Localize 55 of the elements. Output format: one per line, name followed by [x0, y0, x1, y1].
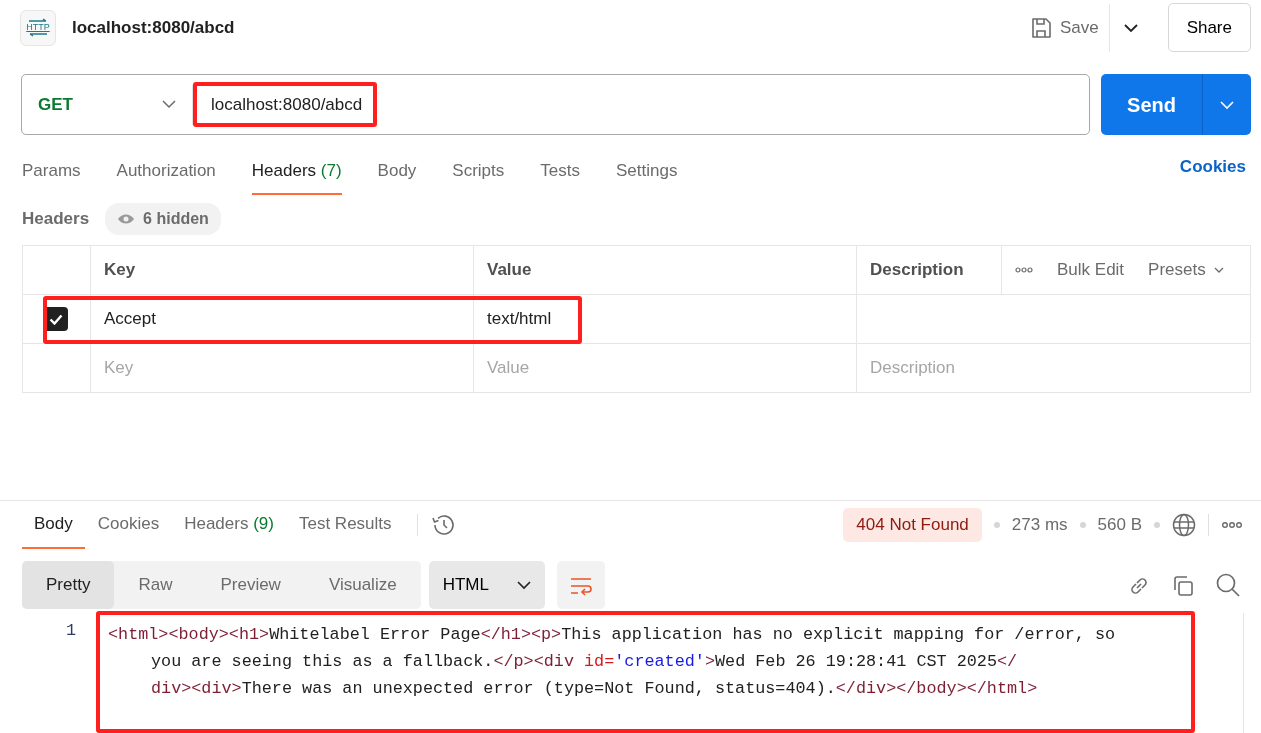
bulk-edit-button[interactable]: Bulk Edit	[1057, 257, 1125, 283]
view-mode-tab[interactable]: Preview	[196, 561, 305, 609]
icon-label: HTTP	[26, 23, 50, 32]
request-tab[interactable]: Authorization	[116, 143, 216, 195]
checkmark-icon	[49, 313, 63, 325]
status-badge: 404 Not Found	[843, 508, 982, 542]
more-icon[interactable]	[1221, 521, 1243, 529]
code-line: <html><body><h1>Whitelabel Error Page</h1><p>This application has no explicit mapping for /error, so	[108, 624, 1116, 646]
section-title: Headers	[22, 208, 90, 231]
chevron-down-icon	[1123, 23, 1138, 33]
wrap-lines-icon	[568, 575, 593, 596]
wrap-lines-button[interactable]	[556, 561, 605, 609]
view-mode-tab[interactable]: Pretty	[22, 561, 115, 609]
response-tab[interactable]: Test Results	[286, 501, 404, 549]
column-header: Value	[487, 259, 532, 282]
code-line: you are seeing this as a fallback.</p><div id='created'>Wed Feb 26 19:28:41 CST 2025</	[150, 651, 1018, 673]
code-line: div><div>There was an unexpected error (type=Not Found, status=404).</div></body></html>	[150, 678, 1038, 700]
share-button[interactable]: Share	[1167, 2, 1251, 53]
column-header: Key	[104, 259, 136, 282]
header-value[interactable]: text/html	[487, 306, 552, 332]
chevron-down-icon	[1213, 267, 1224, 273]
chevron-down-icon	[1220, 100, 1234, 110]
chevron-down-icon	[162, 100, 176, 109]
presets-dropdown[interactable]: Presets	[1148, 257, 1224, 283]
response-tab[interactable]: Body	[22, 501, 85, 549]
eye-icon	[117, 213, 136, 225]
request-tab[interactable]: Settings	[616, 143, 678, 195]
format-dropdown[interactable]: HTML	[428, 561, 545, 609]
more-icon[interactable]	[1015, 267, 1033, 273]
history-icon[interactable]	[429, 513, 456, 537]
request-tab[interactable]: Tests	[540, 143, 580, 195]
hidden-headers-toggle[interactable]: 6 hidden	[105, 203, 221, 235]
request-tab[interactable]: Params	[22, 143, 81, 195]
arrow-icon	[27, 32, 49, 37]
chevron-down-icon	[516, 580, 531, 590]
cookies-link[interactable]: Cookies	[1179, 153, 1246, 179]
response-tab[interactable]: Cookies	[85, 501, 172, 549]
view-mode-tab[interactable]: Raw	[114, 561, 197, 609]
response-size: 560 B	[1097, 514, 1142, 537]
globe-icon[interactable]	[1172, 513, 1196, 537]
save-icon[interactable]	[1029, 16, 1052, 39]
line-number: 1	[64, 620, 77, 642]
response-time: 273 ms	[1011, 514, 1068, 537]
response-tab[interactable]: Headers (9)	[172, 501, 286, 549]
request-tab[interactable]: Body	[377, 143, 417, 195]
column-header: Description	[870, 259, 964, 282]
header-key[interactable]: Accept	[104, 306, 156, 332]
url-field[interactable]: localhost:8080/abcd	[193, 81, 378, 128]
request-tab[interactable]: Headers (7)	[251, 143, 342, 195]
method-dropdown[interactable]: GET	[22, 84, 193, 125]
view-mode-tab[interactable]: Visualize	[304, 561, 421, 609]
request-tab[interactable]: Scripts	[452, 143, 505, 195]
request-title: localhost:8080/abcd	[72, 16, 235, 39]
save-button[interactable]: Save	[1059, 3, 1110, 52]
arrow-icon	[27, 18, 49, 23]
